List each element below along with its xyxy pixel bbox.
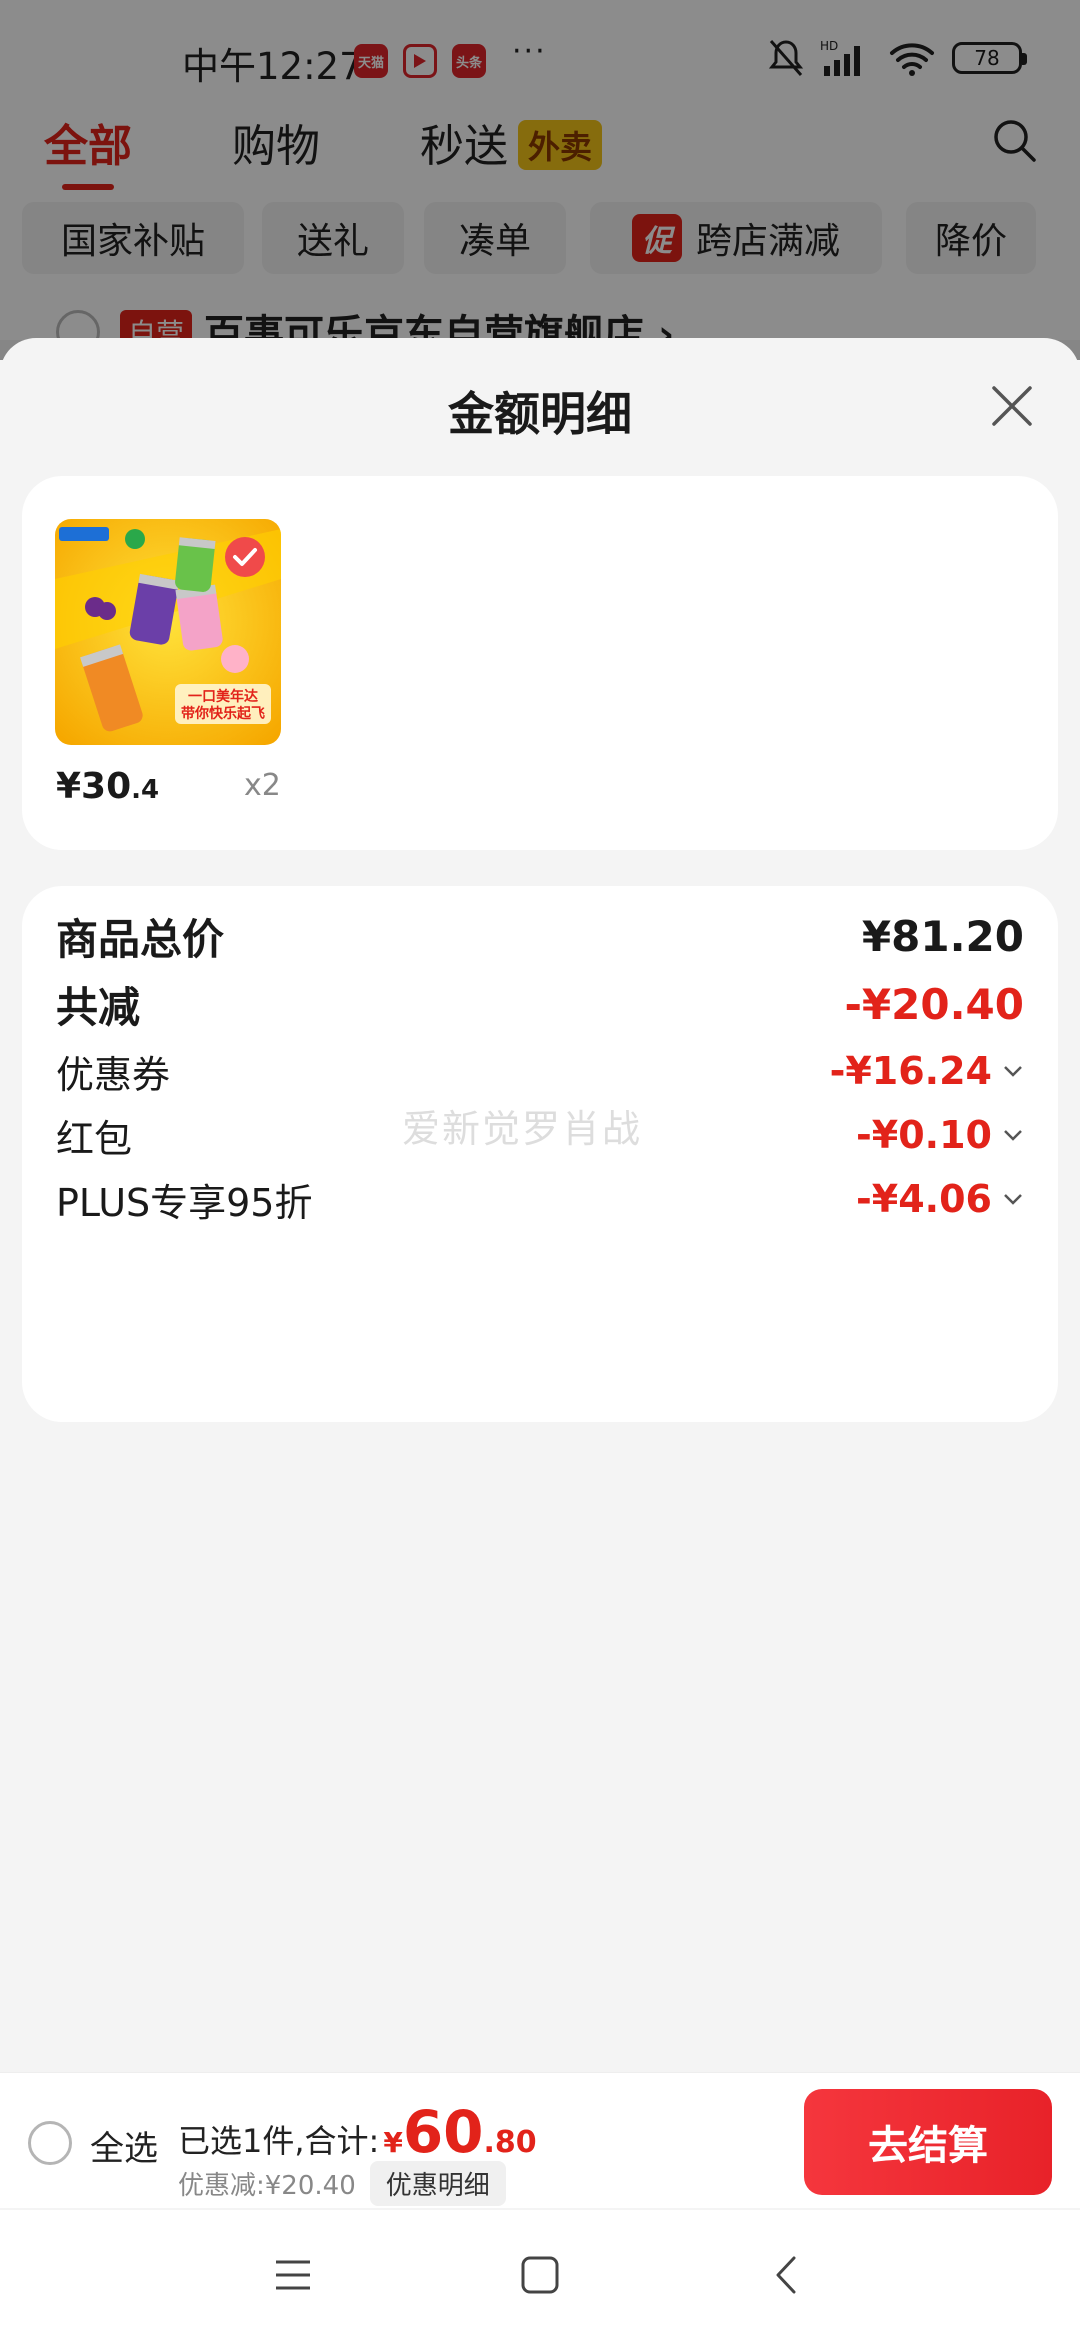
menu-icon[interactable] [268, 2250, 318, 2300]
plus-discount-row[interactable]: PLUS专享95折 -¥4.06 [56, 1169, 1024, 1229]
total-price-row: 商品总价 ¥81.20 [56, 906, 1024, 966]
product-slogan-2: 带你快乐起飞 [181, 705, 265, 722]
total-currency: ¥ [383, 2126, 403, 2159]
chevron-down-icon[interactable] [1002, 1064, 1024, 1078]
product-slogan-1: 一口美年达 [188, 688, 258, 705]
product-image[interactable]: 一口美年达 带你快乐起飞 [55, 519, 281, 745]
product-price-dec: .4 [131, 775, 160, 805]
back-icon[interactable] [762, 2250, 812, 2300]
plus-discount-value: -¥4.06 [856, 1177, 992, 1221]
mirinda-product-picture: 一口美年达 带你快乐起飞 [55, 519, 281, 745]
total-reduction-row: 共减 -¥20.40 [56, 974, 1024, 1034]
discount-text: 优惠减:¥20.40 [178, 2171, 356, 2201]
total-amount-int: 60 [402, 2098, 484, 2166]
total-price-label: 商品总价 [56, 914, 225, 964]
total-reduction-value: -¥20.40 [844, 979, 1024, 1029]
discount-summary: 优惠减:¥20.40 优惠明细 [178, 2161, 506, 2206]
system-navigation-bar [0, 2210, 1080, 2340]
red-packet-value: -¥0.10 [856, 1113, 992, 1157]
selected-text: 已选1件,合计: [178, 2122, 380, 2160]
plus-discount-label: PLUS专享95折 [56, 1180, 313, 1225]
total-price-value: ¥81.20 [861, 911, 1024, 961]
home-icon[interactable] [515, 2250, 565, 2300]
red-packet-row[interactable]: 红包 -¥0.10 [56, 1105, 1024, 1165]
select-all-label[interactable]: 全选 [90, 2121, 158, 2170]
discount-detail-button[interactable]: 优惠明细 [369, 2161, 506, 2206]
price-summary-card: 商品总价 ¥81.20 共减 -¥20.40 爱新觉罗肖战 优惠券 -¥16.2… [22, 886, 1058, 1422]
chevron-down-icon[interactable] [1002, 1128, 1024, 1142]
checkout-bar: 全选 已选1件,合计: ¥ 60 .80 优惠减:¥20.40 优惠明细 去结算 [0, 2072, 1080, 2208]
chevron-down-icon[interactable] [1002, 1192, 1024, 1206]
amount-detail-sheet: 金额明细 一口美年达 带你快乐起飞 ¥30.4 x2 商品总价 ¥81.20 共… [0, 338, 1080, 2340]
coupon-label: 优惠券 [56, 1052, 171, 1097]
coupon-value: -¥16.24 [829, 1049, 992, 1093]
modal-overlay[interactable] [0, 0, 1080, 360]
total-amount-dec: .80 [483, 2125, 537, 2160]
product-price-int: ¥30 [56, 766, 132, 807]
sheet-title: 金额明细 [448, 387, 632, 441]
select-all-checkbox[interactable] [28, 2121, 72, 2165]
close-icon[interactable] [988, 382, 1036, 430]
product-card: 一口美年达 带你快乐起飞 ¥30.4 x2 [22, 476, 1058, 850]
product-price: ¥30.4 [56, 766, 159, 807]
total-reduction-label: 共减 [56, 982, 141, 1032]
selected-summary: 已选1件,合计: ¥ 60 .80 [178, 2103, 537, 2162]
coupon-row[interactable]: 优惠券 -¥16.24 [56, 1041, 1024, 1101]
red-packet-label: 红包 [56, 1116, 133, 1161]
product-quantity: x2 [244, 768, 281, 803]
checkout-button[interactable]: 去结算 [804, 2089, 1052, 2195]
